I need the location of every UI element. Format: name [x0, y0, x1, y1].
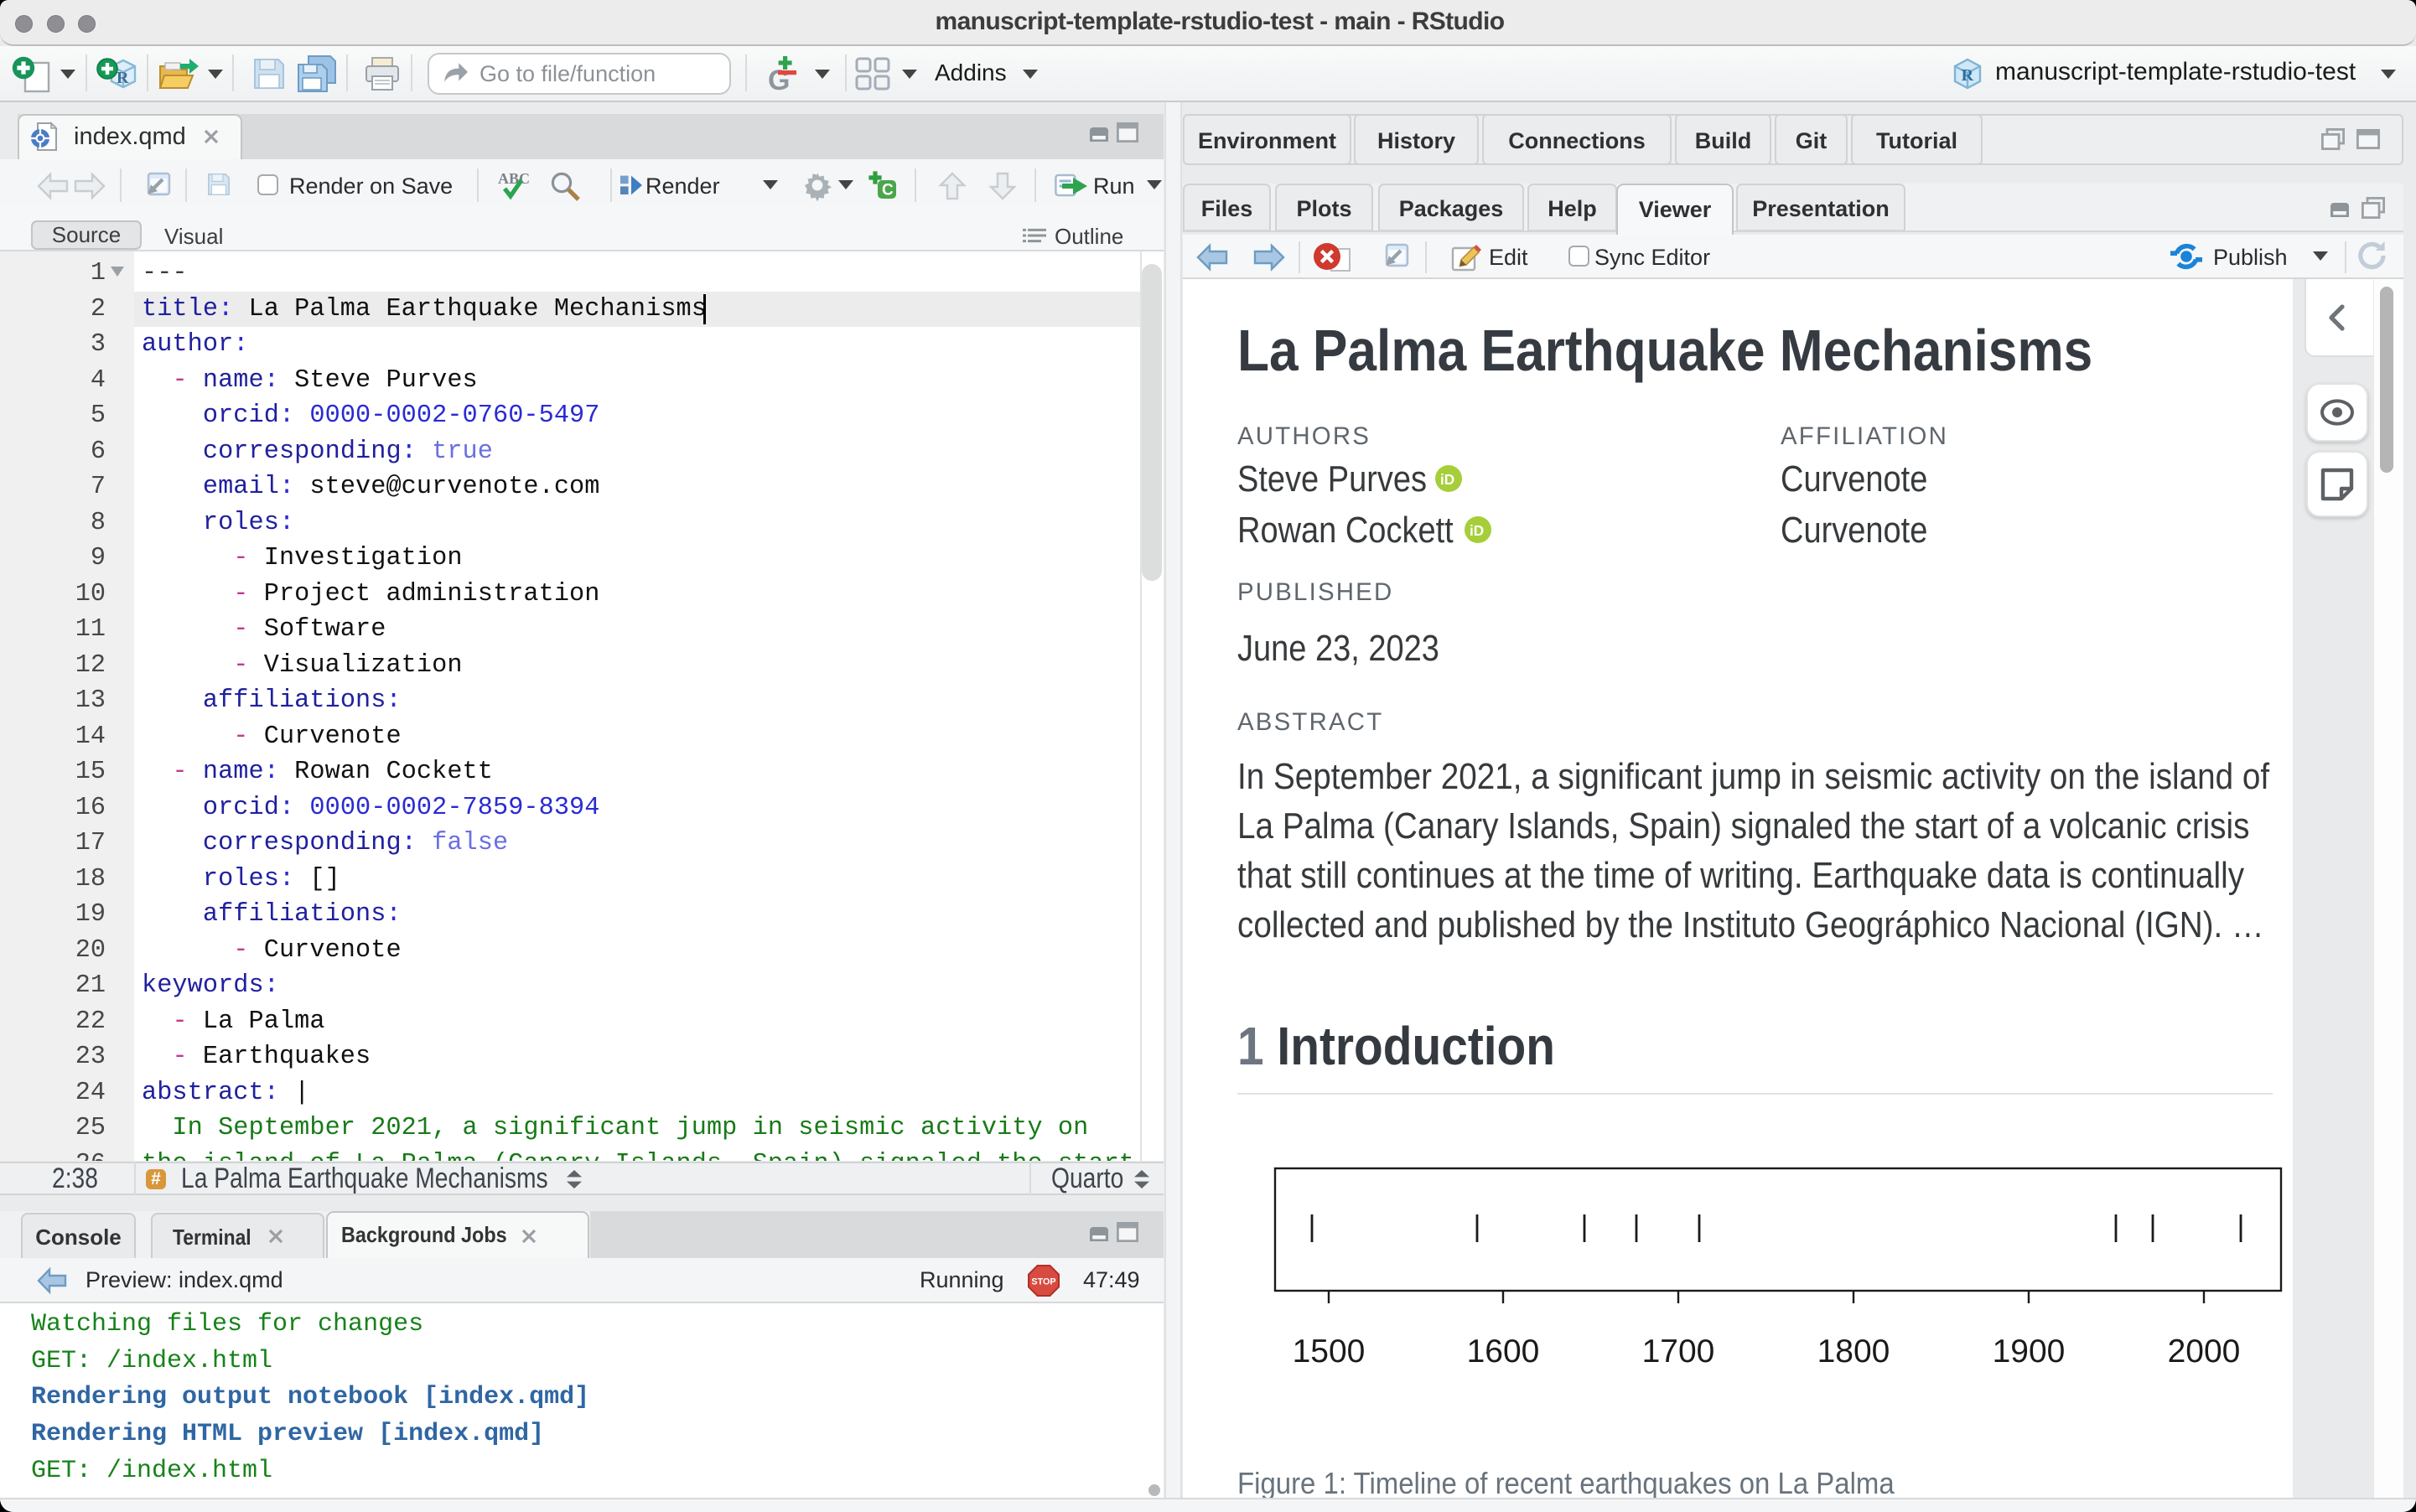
svg-text:1800: 1800 — [1817, 1333, 1890, 1370]
svg-text:STOP: STOP — [1031, 1277, 1055, 1287]
svg-text:1600: 1600 — [1467, 1333, 1540, 1370]
svg-text:1700: 1700 — [1642, 1333, 1715, 1370]
svg-text:ABC: ABC — [498, 170, 530, 187]
svg-text:R: R — [1962, 66, 1974, 85]
svg-text:C: C — [882, 182, 894, 199]
svg-text:2000: 2000 — [2168, 1333, 2241, 1370]
svg-text:R: R — [117, 69, 129, 87]
svg-text:iD: iD — [1470, 522, 1484, 539]
svg-text:1500: 1500 — [1293, 1333, 1366, 1370]
svg-text:1900: 1900 — [1993, 1333, 2066, 1370]
svg-text:iD: iD — [1440, 471, 1454, 488]
